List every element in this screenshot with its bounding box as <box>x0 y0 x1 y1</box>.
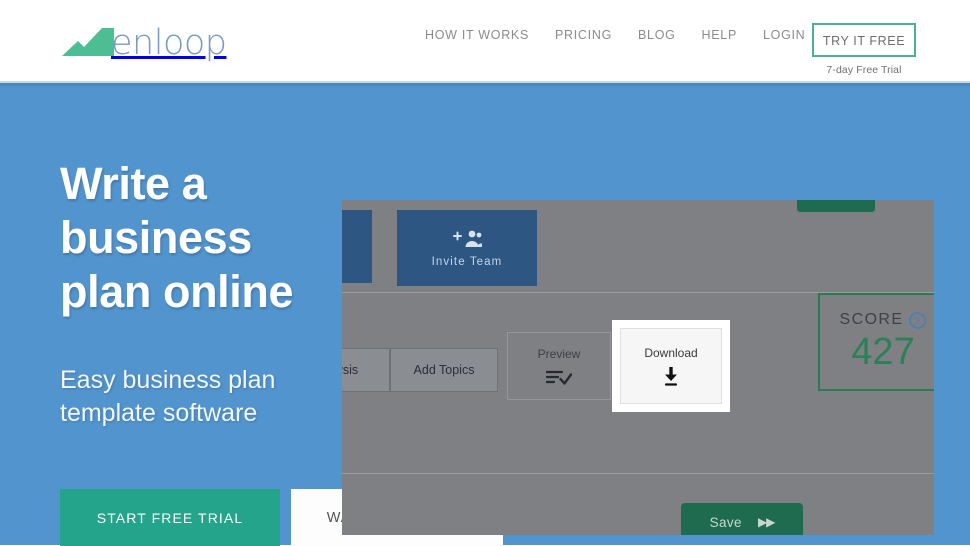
trial-note: 7-day Free Trial <box>826 64 902 76</box>
divider-bottom <box>342 473 934 474</box>
download-button: Download <box>620 328 722 404</box>
download-highlight-frame: Download <box>612 320 730 412</box>
svg-text:?: ? <box>914 316 921 327</box>
score-badge: SCORE ? 427 <box>818 293 934 391</box>
download-label: Download <box>644 346 698 360</box>
hero-subtitle: Easy business plan template software <box>60 366 276 427</box>
tab-add-topics: Add Topics <box>390 348 498 392</box>
help-circle-icon: ? <box>909 311 927 329</box>
invite-team-label: Invite Team <box>431 255 503 268</box>
invite-team-tile: Invite Team <box>397 210 537 286</box>
preview-panel: Preview <box>507 332 611 400</box>
site-header: enloop HOW IT WORKS PRICING BLOG HELP LO… <box>0 0 970 83</box>
list-check-icon <box>546 370 572 385</box>
nav-pricing[interactable]: PRICING <box>555 28 612 42</box>
start-free-trial-button[interactable]: START FREE TRIAL <box>60 489 280 546</box>
screenshot-tab-row: lysis Add Topics <box>342 348 498 392</box>
nav-login[interactable]: LOGIN <box>763 28 805 42</box>
trial-cta-group: TRY IT FREE 7-day Free Trial <box>812 23 916 76</box>
nav-blog[interactable]: BLOG <box>638 28 676 42</box>
save-label: Save <box>709 514 742 530</box>
tab-analysis-truncated: lysis <box>342 348 390 392</box>
product-screenshot: Invite Team lysis Add Topics Preview Dow… <box>342 200 934 535</box>
primary-nav: HOW IT WORKS PRICING BLOG HELP LOGIN <box>425 28 805 42</box>
logo[interactable]: enloop <box>62 16 227 63</box>
save-button: Save ▶▶ <box>681 503 803 535</box>
download-arrow-icon <box>664 367 678 386</box>
score-header: SCORE ? <box>840 311 927 329</box>
page-title: Write a business plan online <box>60 158 294 317</box>
score-label: SCORE <box>839 311 904 328</box>
hero-section: Write a business plan online Easy busine… <box>0 83 970 546</box>
double-chevron-right-icon: ▶▶ <box>757 515 775 529</box>
mountain-chart-icon <box>62 28 114 56</box>
score-value: 427 <box>851 331 915 373</box>
logo-text: enloop <box>111 23 227 63</box>
add-people-icon <box>453 230 482 247</box>
partial-blue-tile <box>342 210 372 283</box>
cut-off-green-button <box>797 200 875 212</box>
preview-label: Preview <box>537 346 581 361</box>
nav-help[interactable]: HELP <box>702 28 737 42</box>
try-it-free-button[interactable]: TRY IT FREE <box>812 23 916 57</box>
nav-how-it-works[interactable]: HOW IT WORKS <box>425 28 529 42</box>
